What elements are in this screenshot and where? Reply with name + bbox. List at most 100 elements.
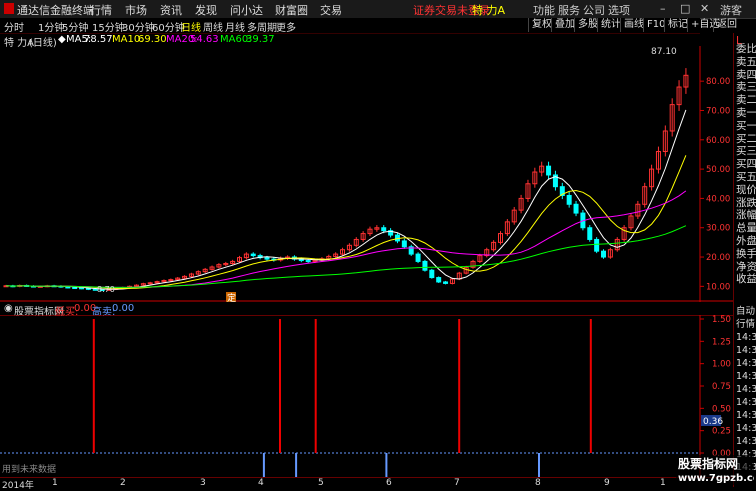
sub-tick-label: 1.25 xyxy=(712,337,731,347)
title-bar: 通达信金融终端 行情 市场 资讯 发现 问小达 财富圈 交易 证券交易未登录 特… xyxy=(0,0,756,19)
menu-jiaoyi[interactable]: 交易 xyxy=(320,2,342,18)
panel-lower-item: 14:35 xyxy=(736,358,756,369)
candle-body xyxy=(566,194,572,205)
panel-item: 买一 xyxy=(736,119,756,132)
service-button[interactable]: 服务 xyxy=(558,2,580,18)
candle-body xyxy=(264,257,270,260)
panel-lower-item: 14:35 xyxy=(736,371,756,382)
menu-shichang[interactable]: 市场 xyxy=(125,2,147,18)
indicator-bar: ◉ 股票指标网 低买: 0.00 高卖: 0.00 xyxy=(0,303,700,318)
ma5-icon: ◆ xyxy=(58,34,66,45)
candle-body xyxy=(436,277,442,283)
company-button[interactable]: 公司 xyxy=(583,2,605,18)
menu-zixun[interactable]: 资讯 xyxy=(160,2,182,18)
panel-lower-item: 14:35 xyxy=(736,436,756,447)
high-sell-value: 0.00 xyxy=(112,303,135,314)
candle-body xyxy=(443,281,449,284)
options-button[interactable]: 选项 xyxy=(608,2,630,18)
ma20-line xyxy=(5,190,687,288)
high-price-label: 87.10 xyxy=(651,47,677,57)
panel-item: 委比 xyxy=(736,43,756,55)
candle-body xyxy=(422,260,428,271)
panel-lower-item: 自动 xyxy=(736,306,756,317)
candlestick-chart[interactable]: 80.00 70.00 60.00 50.00 40.00 30.00 20.00 10.00… xyxy=(0,46,733,302)
candle-body xyxy=(79,287,85,290)
panel-item: 买二 xyxy=(736,132,756,145)
panel-item: 买四 xyxy=(736,158,756,171)
candle-body xyxy=(429,269,435,279)
candle-body xyxy=(401,240,407,248)
tab-1min[interactable]: 1分钟 xyxy=(38,19,64,34)
watermark-url: www.7gpzb.com xyxy=(678,473,754,484)
panel-item: 外盘 xyxy=(736,235,756,247)
indicator-icon[interactable]: ◉ xyxy=(4,303,13,314)
sub-tick-label: 0.75 xyxy=(712,382,731,392)
menu-caifuquan[interactable]: 财富圈 xyxy=(275,2,308,18)
panel-lower-item: 14:35 xyxy=(736,384,756,395)
ma20-value: 54.63 xyxy=(190,34,219,45)
price-tick-label: 70.00 xyxy=(706,106,730,116)
sub-tick-label: 1.00 xyxy=(712,360,731,370)
panel-item: 总量 xyxy=(736,222,756,235)
candle-body xyxy=(72,287,78,290)
tab-multi[interactable]: 多周期 xyxy=(247,19,277,34)
ma10-value: 69.30 xyxy=(138,34,167,45)
watermark-logo: 股票指标网 www.7gpzb.com xyxy=(676,455,754,485)
tab-15min[interactable]: 15分钟 xyxy=(92,19,125,34)
panel-lower-item: 14:35 xyxy=(736,332,756,343)
price-tick-label: 40.00 xyxy=(706,194,730,204)
price-tick-label: 50.00 xyxy=(706,165,730,175)
panel-item: 卖一 xyxy=(736,107,756,119)
panel-item: 买五 xyxy=(736,171,756,183)
panel-item: 卖五 xyxy=(736,55,756,68)
panel-item: 收益 xyxy=(736,273,756,286)
candle-body xyxy=(305,260,311,263)
panel-item: 现价 xyxy=(736,183,756,196)
min-icon[interactable]: – xyxy=(660,2,666,15)
guest-label[interactable]: 游客 xyxy=(720,2,742,18)
sub-tick-label: 1.50 xyxy=(712,315,731,325)
panel-lower-item: 14:35 xyxy=(736,423,756,434)
panel-item: 涨幅 xyxy=(736,209,756,222)
function-button[interactable]: 功能 xyxy=(533,2,555,18)
price-tick-label: 80.00 xyxy=(706,77,730,87)
tab-weekly[interactable]: 周线 xyxy=(203,19,223,34)
date-axis: 2014年 1 2 3 4 5 6 7 8 9 1 xyxy=(0,477,733,491)
candle-body xyxy=(601,250,607,258)
ma5-value: 78.57 xyxy=(84,34,113,45)
panel-item: 卖四 xyxy=(736,68,756,81)
tab-5min[interactable]: 5分钟 xyxy=(62,19,88,34)
panel-item: 卖二 xyxy=(736,94,756,107)
app-logo-icon xyxy=(4,3,14,14)
max-icon[interactable]: □ xyxy=(680,2,690,15)
menu-hangqing[interactable]: 行情 xyxy=(90,2,112,18)
panel-lower-item: 14:35 xyxy=(736,410,756,421)
x-label-year: 2014年 xyxy=(2,481,34,491)
price-tick-label: 60.00 xyxy=(706,136,730,146)
marker-text: 定 xyxy=(227,292,236,302)
no-data-note: 用到未来数据 xyxy=(2,463,56,475)
panel-lower-item: 14:35 xyxy=(736,345,756,356)
ma-info-bar: 特 力A (日线) ◆ MA5: 78.57 MA10: 69.30 MA20:… xyxy=(0,34,700,49)
candle-body xyxy=(415,253,421,262)
tab-daily[interactable]: 日线 xyxy=(181,19,201,34)
tab-monthly[interactable]: 月线 xyxy=(225,19,245,34)
candle-body xyxy=(594,238,600,252)
tab-fenshi[interactable]: 分时 xyxy=(4,19,24,34)
candle-body xyxy=(587,227,593,240)
menu-wenxiaoda[interactable]: 问小达 xyxy=(230,2,263,18)
price-tick-label: 30.00 xyxy=(706,224,730,234)
app-title: 通达信金融终端 xyxy=(17,4,94,17)
tab-60min[interactable]: 60分钟 xyxy=(152,19,185,34)
close-icon[interactable]: ✕ xyxy=(700,2,709,15)
menu-faxian[interactable]: 发现 xyxy=(195,2,217,18)
tab-30min[interactable]: 30分钟 xyxy=(122,19,155,34)
tab-more[interactable]: 更多 xyxy=(276,19,296,34)
quote-panel: L 委比 卖五 卖四 卖三 卖二 卖一 买一 买二 买三 买四 买五 现价 涨跌 涨幅 总量 外盘 换手 净资 收益自… xyxy=(733,33,756,487)
watermark-title: 股票指标网 xyxy=(678,456,738,471)
panel-item: 换手 xyxy=(736,247,756,260)
indicator-chart[interactable]: 1.501.251.000.750.500.250.00 0.36 用到未来数据 xyxy=(0,315,733,477)
back-button[interactable]: 返回 xyxy=(713,18,740,32)
panel-item: 卖三 xyxy=(736,81,756,94)
ma5-line xyxy=(5,109,687,290)
